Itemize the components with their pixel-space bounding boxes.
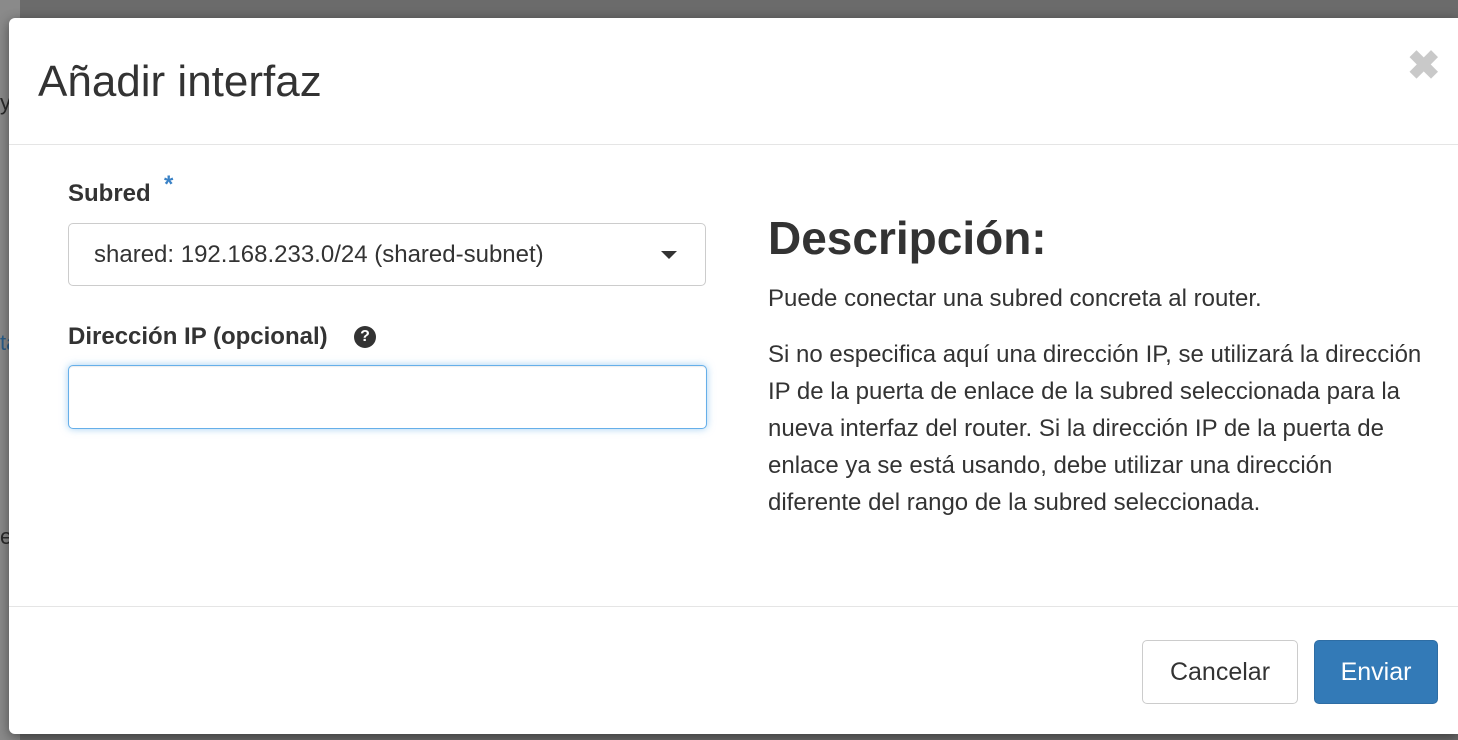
ip-address-input[interactable] bbox=[68, 365, 707, 429]
question-circle-icon[interactable]: ? bbox=[354, 326, 376, 348]
cancel-button[interactable]: Cancelar bbox=[1142, 640, 1298, 704]
dialog-footer: Cancelar Enviar bbox=[9, 606, 1458, 735]
description-paragraph: Puede conectar una subred concreta al ro… bbox=[768, 285, 1262, 312]
subnet-label: Subred bbox=[68, 180, 151, 207]
required-asterisk: * bbox=[164, 171, 174, 198]
submit-button[interactable]: Enviar bbox=[1314, 640, 1438, 704]
close-icon[interactable]: ✖ bbox=[1407, 46, 1441, 86]
subnet-select[interactable]: shared: 192.168.233.0/24 (shared-subnet) bbox=[68, 223, 706, 286]
dialog-title: Añadir interfaz bbox=[38, 57, 322, 106]
caret-down-icon bbox=[661, 251, 677, 259]
description-paragraph: Si no especifica aquí una dirección IP, … bbox=[768, 341, 1422, 516]
add-interface-dialog: Añadir interfaz ✖ Subred * shared: 192.1… bbox=[9, 18, 1458, 734]
subnet-select-value: shared: 192.168.233.0/24 (shared-subnet) bbox=[94, 241, 544, 268]
description-title: Descripción: bbox=[768, 212, 1047, 264]
ip-address-label: Dirección IP (opcional) bbox=[68, 323, 328, 350]
dialog-header: Añadir interfaz ✖ bbox=[9, 18, 1458, 145]
